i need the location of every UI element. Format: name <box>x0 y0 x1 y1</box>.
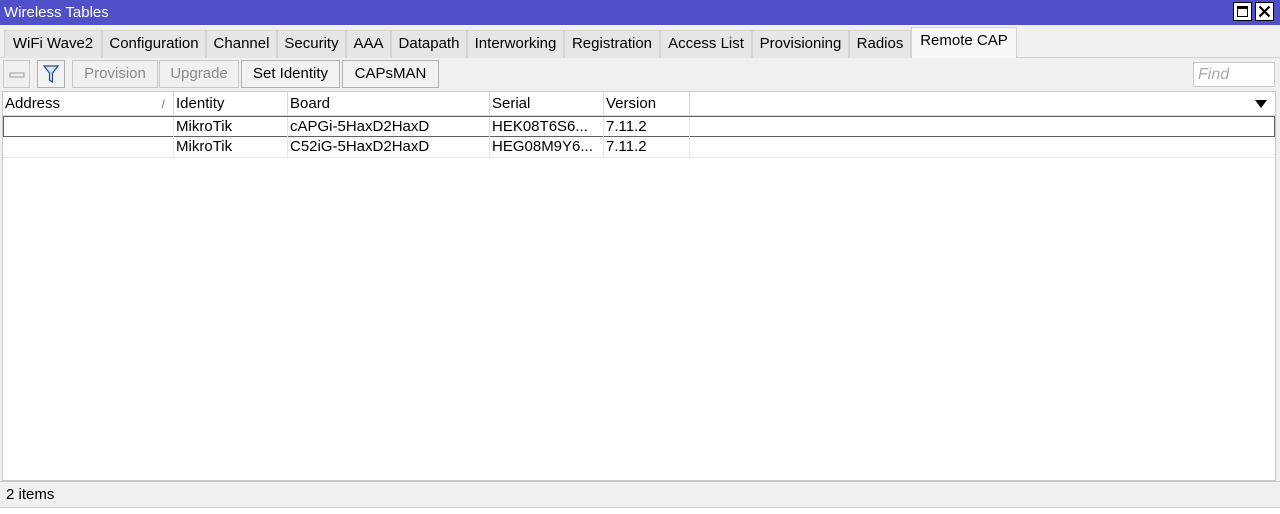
tab-interworking[interactable]: Interworking <box>467 30 564 58</box>
toolbar: Provision Upgrade Set Identity CAPsMAN <box>0 58 1280 91</box>
filter-button[interactable] <box>37 60 65 88</box>
column-header-serial[interactable]: Serial <box>490 92 604 115</box>
tab-wifi-wave2[interactable]: WiFi Wave2 <box>4 30 102 58</box>
tab-aaa[interactable]: AAA <box>346 30 391 58</box>
window-title: Wireless Tables <box>4 4 109 21</box>
table-row[interactable]: MikroTik C52iG-5HaxD2HaxD HEG08M9Y6... 7… <box>3 137 1275 158</box>
upgrade-button[interactable]: Upgrade <box>159 60 239 88</box>
column-header-address[interactable]: Address / <box>3 92 174 115</box>
tab-security[interactable]: Security <box>277 30 346 58</box>
maximize-button[interactable] <box>1233 2 1252 21</box>
provision-button[interactable]: Provision <box>72 60 158 88</box>
cell-address <box>4 117 174 137</box>
title-bar[interactable]: Wireless Tables <box>0 0 1280 25</box>
cell-serial: HEG08M9Y6... <box>490 137 604 157</box>
set-identity-button[interactable]: Set Identity <box>241 60 340 88</box>
background-strip <box>0 507 1280 514</box>
remove-button[interactable] <box>3 60 30 88</box>
cell-identity: MikroTik <box>174 117 288 137</box>
tab-registration[interactable]: Registration <box>564 30 660 58</box>
close-button[interactable] <box>1255 2 1274 21</box>
cell-version: 7.11.2 <box>604 137 690 157</box>
tab-radios[interactable]: Radios <box>849 30 911 58</box>
status-bar: 2 items <box>0 481 1280 507</box>
cell-serial: HEK08T6S6... <box>490 117 604 137</box>
cell-board: cAPGi-5HaxD2HaxD <box>288 117 490 137</box>
table-header: Address / Identity Board Serial Version <box>3 92 1275 116</box>
cell-board: C52iG-5HaxD2HaxD <box>288 137 490 157</box>
column-header-version[interactable]: Version <box>604 92 690 115</box>
remote-cap-table[interactable]: Address / Identity Board Serial Version … <box>2 91 1276 481</box>
tab-datapath[interactable]: Datapath <box>391 30 467 58</box>
tab-provisioning[interactable]: Provisioning <box>752 30 849 58</box>
item-count: 2 items <box>6 486 55 503</box>
table-row[interactable]: MikroTik cAPGi-5HaxD2HaxD HEK08T6S6... 7… <box>3 116 1275 137</box>
columns-dropdown-icon[interactable] <box>1254 99 1268 109</box>
column-header-board[interactable]: Board <box>288 92 490 115</box>
tab-bar: WiFi Wave2 Configuration Channel Securit… <box>0 25 1280 58</box>
sort-indicator-icon: / <box>161 97 165 111</box>
minus-icon <box>9 72 24 78</box>
cell-version: 7.11.2 <box>604 117 690 137</box>
cell-address <box>3 137 174 157</box>
close-icon <box>1258 5 1271 18</box>
tab-remote-cap[interactable]: Remote CAP <box>911 27 1017 58</box>
maximize-icon <box>1237 6 1248 17</box>
tab-configuration[interactable]: Configuration <box>102 30 206 58</box>
filter-icon <box>42 65 60 84</box>
capsman-button[interactable]: CAPsMAN <box>342 60 439 88</box>
find-input[interactable] <box>1193 62 1275 87</box>
tab-channel[interactable]: Channel <box>206 30 277 58</box>
cell-identity: MikroTik <box>174 137 288 157</box>
column-header-identity[interactable]: Identity <box>174 92 288 115</box>
tab-access-list[interactable]: Access List <box>660 30 752 58</box>
wireless-tables-window: Wireless Tables WiFi Wave2 Configuration… <box>0 0 1280 514</box>
